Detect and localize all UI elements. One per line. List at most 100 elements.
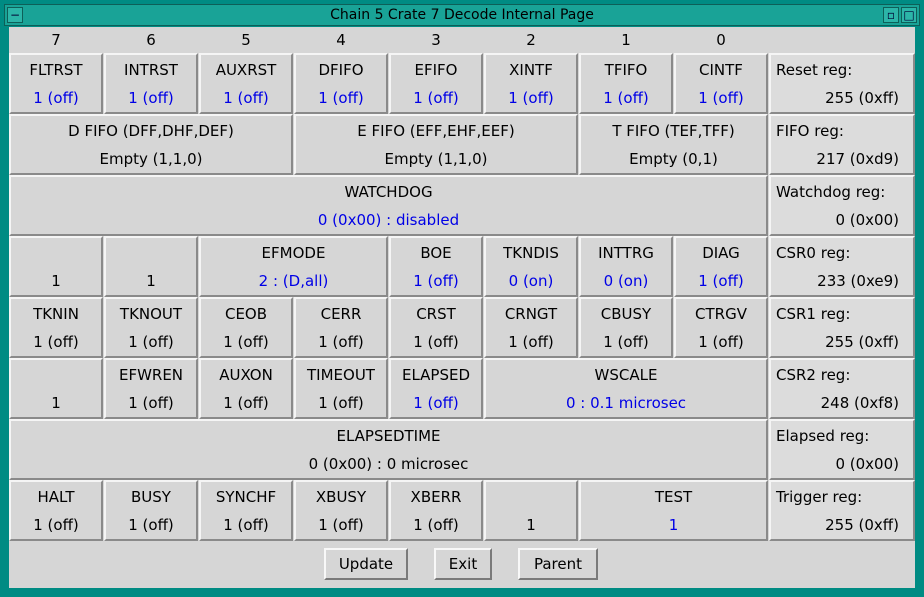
reset-intrst-cell: INTRST 1 (off) [104,53,198,114]
csr0-tkndis-cell: TKNDIS 0 (on) [484,236,578,297]
field-value: 1 (off) [698,89,744,107]
field-label: CRNGT [504,305,558,323]
field-value: 1 (off) [223,516,269,534]
csr0-bit6-cell: 1 [104,236,198,297]
csr1-tknout-cell: TKNOUT 1 (off) [104,297,198,358]
field-value: 1 (off) [128,516,174,534]
field-value: 1 (off) [508,333,554,351]
field-label: TIMEOUT [307,366,375,384]
bit-number-5: 5 [241,31,251,49]
elapsedtime-cell: ELAPSEDTIME 0 (0x00) : 0 microsec [9,419,768,480]
reset-xintf-cell: XINTF 1 (off) [484,53,578,114]
field-label: T FIFO (TEF,TFF) [612,122,735,140]
field-label: AUXON [219,366,273,384]
trigger-halt-cell: HALT 1 (off) [9,480,103,541]
fifo-register-cell: FIFO reg: 217 (0xd9) [769,114,915,175]
csr1-ctrgv-cell: CTRGV 1 (off) [674,297,768,358]
bit-number-2: 2 [526,31,536,49]
reset-tfifo-cell: TFIFO 1 (off) [579,53,673,114]
field-value: 1 (off) [413,394,459,412]
register-value: 255 (0xff) [825,89,899,107]
field-value: 1 (off) [318,333,364,351]
bit-number-7: 7 [51,31,61,49]
field-value: 1 (off) [603,89,649,107]
csr0-efmode-cell: EFMODE 2 : (D,all) [199,236,388,297]
field-label: WATCHDOG [344,183,433,201]
csr1-cerr-cell: CERR 1 (off) [294,297,388,358]
csr2-bit7-cell: 1 [9,358,103,419]
field-label: EFIFO [414,61,458,79]
update-button[interactable]: Update [324,548,408,580]
field-label: TKNIN [33,305,79,323]
register-value: 0 (0x00) [835,211,899,229]
field-value: 1 (off) [33,516,79,534]
field-label: INTTRG [598,244,654,262]
minimize-icon[interactable]: ▫ [883,7,899,23]
register-value: 233 (0xe9) [817,272,899,290]
field-value: 1 (off) [318,516,364,534]
field-label: TKNDIS [503,244,559,262]
register-label: FIFO reg: [776,122,844,140]
field-value: 1 (off) [413,333,459,351]
csr0-diag-cell: DIAG 1 (off) [674,236,768,297]
csr1-register-cell: CSR1 reg: 255 (0xff) [769,297,915,358]
t-fifo-cell: T FIFO (TEF,TFF) Empty (0,1) [579,114,768,175]
trigger-test-cell: TEST 1 [579,480,768,541]
trigger-bit2-cell: 1 [484,480,578,541]
field-label: XINTF [509,61,553,79]
field-label: EFWREN [118,366,184,384]
trigger-xbusy-cell: XBUSY 1 (off) [294,480,388,541]
register-value: 255 (0xff) [825,333,899,351]
field-value: 1 (off) [698,333,744,351]
application-window: − Chain 5 Crate 7 Decode Internal Page ▫… [0,0,924,597]
field-value: Empty (1,1,0) [99,150,203,168]
field-value: 1 (off) [508,89,554,107]
register-label: Trigger reg: [776,488,863,506]
reset-cintf-cell: CINTF 1 (off) [674,53,768,114]
register-label: Reset reg: [776,61,853,79]
register-value: 255 (0xff) [825,516,899,534]
field-label: INTRST [124,61,178,79]
field-label: TFIFO [604,61,648,79]
field-value: 1 (off) [128,333,174,351]
csr1-cbusy-cell: CBUSY 1 (off) [579,297,673,358]
field-value: 0 (0x00) : 0 microsec [308,455,469,473]
exit-button[interactable]: Exit [434,548,492,580]
field-value: 0 : 0.1 microsec [565,394,687,412]
trigger-xberr-cell: XBERR 1 (off) [389,480,483,541]
field-label: CBUSY [600,305,652,323]
csr0-register-cell: CSR0 reg: 233 (0xe9) [769,236,915,297]
csr2-auxon-cell: AUXON 1 (off) [199,358,293,419]
field-value: Empty (1,1,0) [384,150,488,168]
field-value: 1 (off) [318,394,364,412]
title-bar[interactable]: − Chain 5 Crate 7 Decode Internal Page ▫… [4,4,920,26]
reset-auxrst-cell: AUXRST 1 (off) [199,53,293,114]
csr1-crngt-cell: CRNGT 1 (off) [484,297,578,358]
field-value: 1 (off) [223,394,269,412]
parent-button[interactable]: Parent [518,548,598,580]
bit-number-1: 1 [621,31,631,49]
field-label: DFIFO [318,61,364,79]
trigger-register-cell: Trigger reg: 255 (0xff) [769,480,915,541]
field-value: 1 (off) [413,89,459,107]
field-label: TKNOUT [119,305,183,323]
field-value: 1 (off) [318,89,364,107]
csr1-tknin-cell: TKNIN 1 (off) [9,297,103,358]
field-value: 1 [146,272,156,290]
field-value: 1 [526,516,536,534]
field-value: 1 (off) [413,516,459,534]
window-title: Chain 5 Crate 7 Decode Internal Page [330,7,594,23]
bit-number-3: 3 [431,31,441,49]
field-label: CTRGV [695,305,747,323]
field-label: DIAG [702,244,740,262]
csr0-boe-cell: BOE 1 (off) [389,236,483,297]
field-label: SYNCHF [215,488,277,506]
field-value: 1 (off) [33,89,79,107]
field-value: Empty (0,1) [629,150,718,168]
csr1-crst-cell: CRST 1 (off) [389,297,483,358]
field-value: 0 (on) [508,272,554,290]
field-value: 1 [51,272,61,290]
field-value: 1 (off) [223,89,269,107]
watchdog-cell: WATCHDOG 0 (0x00) : disabled [9,175,768,236]
maximize-icon[interactable]: □ [901,7,917,23]
